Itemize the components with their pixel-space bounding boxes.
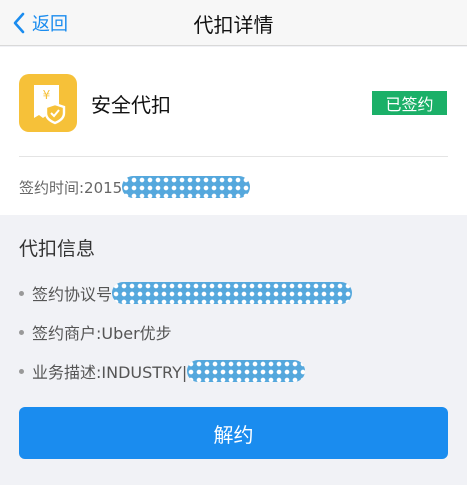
info-row-label: 业务描述:INDUSTRY| (32, 363, 188, 382)
sign-time: 签约时间:2015 (19, 176, 251, 198)
redacted-description (187, 360, 306, 382)
info-row-label: 签约商户:Uber优步 (32, 324, 172, 343)
bullet (19, 368, 24, 374)
cancel-contract-button[interactable]: 解约 (19, 407, 448, 459)
service-name: 安全代扣 (91, 93, 171, 117)
shield-receipt-icon: ¥ (19, 74, 77, 132)
bullet (19, 290, 24, 296)
status-badge: 已签约 (372, 91, 447, 115)
navigation-bar: 返回 代扣详情 (0, 0, 467, 46)
redacted-agreement-number (112, 282, 353, 304)
info-row-merchant: 签约商户:Uber优步 (19, 320, 172, 344)
svg-text:¥: ¥ (43, 88, 51, 102)
service-card: ¥ 安全代扣 已签约 签约时间:2015 (0, 47, 467, 215)
divider (19, 156, 448, 157)
info-row-label: 签约协议号 (32, 285, 113, 304)
info-row-description: 业务描述:INDUSTRY| (19, 359, 306, 383)
bullet (19, 329, 24, 335)
redacted-sign-time (122, 176, 251, 198)
sign-time-label: 签约时间:2015 (19, 178, 123, 197)
info-row-agreement-number: 签约协议号 (19, 281, 353, 305)
page-title: 代扣详情 (193, 12, 274, 37)
section-title: 代扣信息 (19, 238, 96, 260)
